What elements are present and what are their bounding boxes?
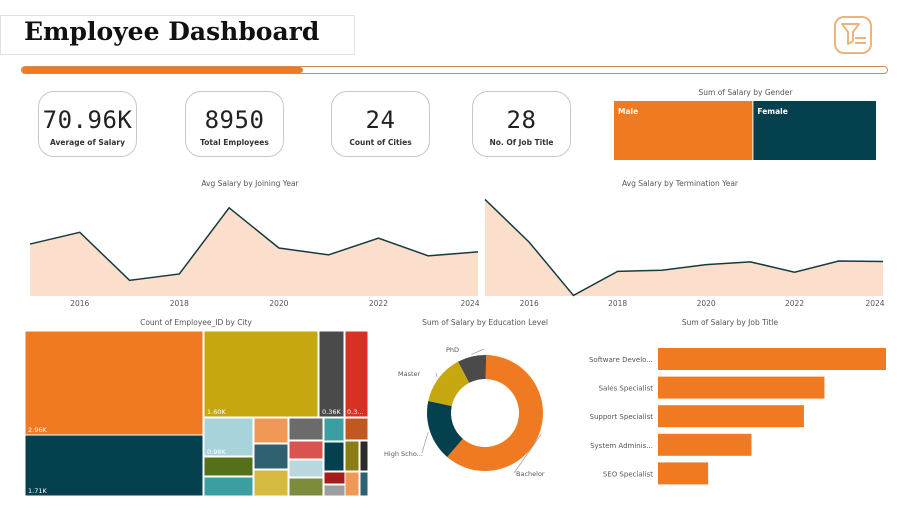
treemap-tile: [344, 331, 368, 418]
donut-label: PhD: [446, 346, 459, 354]
treemap-tile: [359, 471, 368, 496]
kpi-value: 28: [506, 106, 537, 134]
treemap-value-label: 2.96K: [28, 426, 47, 434]
treemap-tile: [318, 331, 345, 418]
treemap-tile: [203, 456, 254, 477]
kpi-label: No. Of Job Title: [489, 138, 554, 147]
kpi-value: 8950: [204, 106, 265, 134]
jobtitle-bar: [658, 462, 709, 485]
joining-year-chart: 2016 2018 2020 2022 2024: [29, 206, 480, 308]
education-chart-title: Sum of Salary by Education Level: [422, 318, 548, 327]
page-title: Employee Dashboard: [24, 17, 320, 46]
jobtitle-bar: [658, 433, 752, 456]
x-tick-label: 2022: [369, 299, 388, 308]
treemap-tile: [203, 476, 254, 496]
city-chart-title: Count of Employee_ID by City: [140, 318, 252, 327]
kpi-value: 24: [365, 106, 396, 134]
kpi-label: Count of Cities: [349, 138, 412, 147]
treemap-tile: [288, 417, 324, 441]
gender-chart-title: Sum of Salary by Gender: [698, 88, 793, 97]
jobtitle-category-label: System Adminis...: [590, 442, 653, 450]
x-tick-label: 2016: [520, 299, 539, 308]
termination-chart-title: Avg Salary by Termination Year: [621, 179, 739, 188]
treemap-tile: [323, 417, 345, 442]
donut-leader-line: [421, 432, 429, 454]
x-tick-label: 2018: [608, 299, 627, 308]
donut-label: High Scho...: [384, 450, 423, 458]
jobtitle-bar-chart: Software Develo... Sales Specialist Suppor…: [589, 348, 886, 485]
gender-chart: Male Female: [614, 101, 876, 160]
x-tick-label: 2016: [70, 299, 89, 308]
jobtitle-category-label: SEO Specialist: [603, 470, 653, 478]
treemap-tile: [253, 443, 289, 470]
x-tick-label: 2022: [785, 299, 804, 308]
jobtitle-bar: [658, 376, 825, 399]
x-tick-label: 2024: [460, 299, 479, 308]
donut-leader-line: [435, 372, 438, 377]
treemap-tile: [359, 440, 368, 472]
treemap-tile: [344, 471, 360, 496]
treemap-tile: [288, 440, 324, 460]
treemap-value-label: 0.98K: [207, 448, 226, 456]
kpi-value: 70.96K: [42, 106, 133, 134]
x-tick-label: 2020: [697, 299, 716, 308]
donut-leader-line: [471, 348, 485, 355]
jobtitle-category-label: Support Specialist: [590, 413, 654, 421]
treemap-value-label: 1.71K: [28, 487, 47, 495]
treemap-tile: [344, 440, 360, 472]
treemap-tile: [323, 471, 346, 485]
area-fill: [485, 199, 883, 296]
treemap-tile: [323, 484, 346, 496]
treemap-tile: [253, 417, 289, 444]
kpi-card-count-cities: 24 Count of Cities: [331, 91, 430, 157]
donut-label: Bachelor: [516, 470, 545, 478]
progress-fill: [22, 67, 304, 73]
treemap-tile: [25, 434, 204, 496]
jobtitle-category-label: Sales Specialist: [599, 385, 654, 393]
treemap-value-label: 0.36K: [322, 408, 341, 416]
kpi-card-job-titles: 28 No. Of Job Title: [472, 91, 571, 157]
treemap-value-label: 0.3...: [347, 408, 364, 416]
treemap-value-label: 1.60K: [207, 408, 226, 416]
progress-bar: [21, 66, 888, 74]
termination-year-chart: 2016 2018 2020 2022 2024: [484, 198, 885, 308]
donut-label: Master: [398, 370, 421, 378]
education-donut-chart: Bachelor High Scho... Master PhD: [384, 346, 545, 478]
city-treemap: 2.96K 1.71K 1.60K 0.98K 0.36K 0.3...: [25, 331, 368, 496]
treemap-tile: [344, 417, 368, 441]
gender-label: Male: [618, 107, 638, 116]
filter-list-icon: [833, 16, 873, 54]
kpi-card-total-employees: 8950 Total Employees: [185, 91, 284, 157]
treemap-tile: [25, 331, 204, 436]
treemap-tile: [323, 441, 345, 472]
kpi-label: Total Employees: [200, 138, 269, 147]
x-tick-label: 2024: [865, 299, 884, 308]
joining-chart-title: Avg Salary by Joining Year: [201, 179, 299, 188]
kpi-label: Average of Salary: [49, 138, 126, 147]
jobtitle-bar: [658, 405, 804, 428]
x-tick-label: 2018: [170, 299, 189, 308]
jobtitle-chart-title: Sum of Salary by Job Title: [681, 318, 779, 327]
treemap-tile: [253, 469, 289, 496]
treemap-tile: [288, 459, 324, 478]
treemap-tile: [203, 331, 319, 418]
treemap-tile: [288, 477, 324, 496]
gender-label: Female: [757, 107, 787, 116]
jobtitle-category-label: Software Develo...: [589, 356, 653, 364]
x-tick-label: 2020: [269, 299, 288, 308]
area-fill: [30, 207, 478, 296]
kpi-card-avg-salary: 70.96K Average of Salary: [38, 91, 137, 157]
jobtitle-bar: [658, 348, 886, 370]
